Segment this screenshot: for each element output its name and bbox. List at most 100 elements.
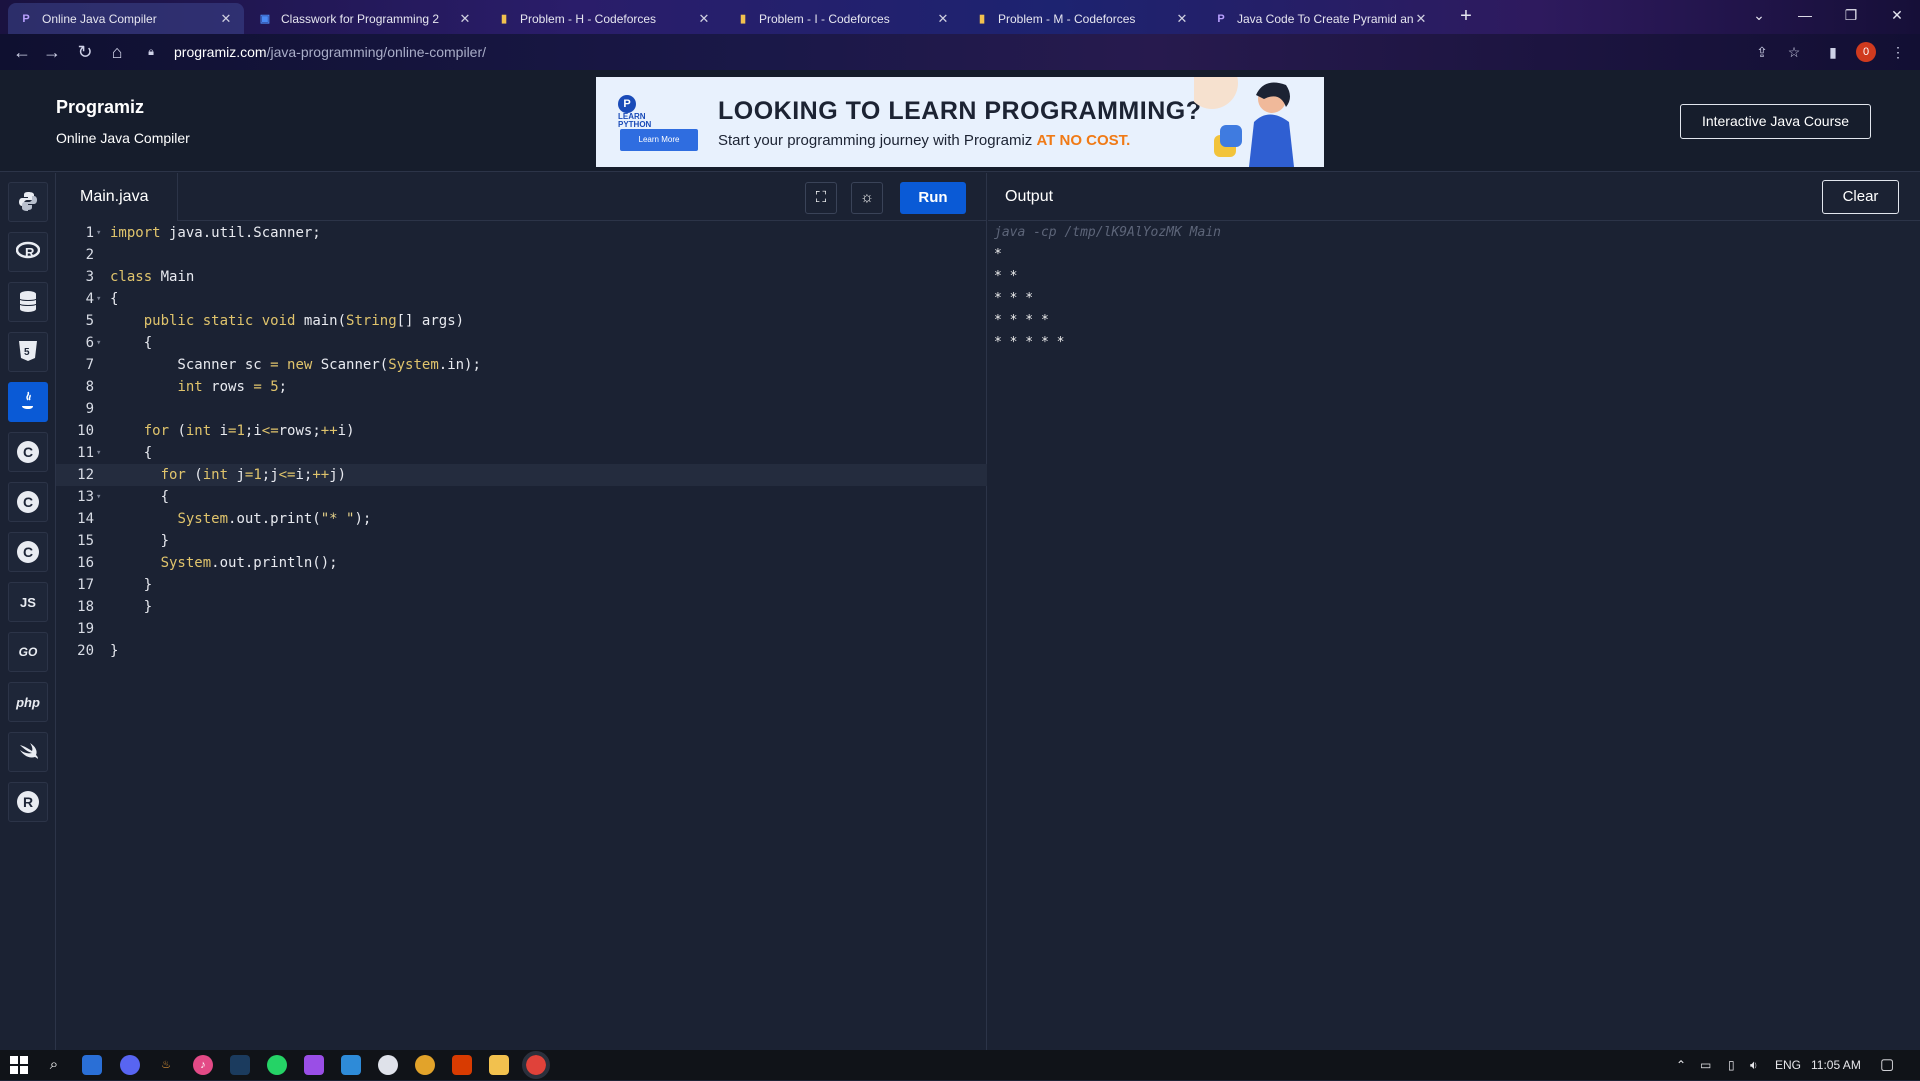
tab-search-icon[interactable]: ⌄	[1736, 0, 1782, 30]
language-javascript-button[interactable]: JS	[8, 582, 48, 622]
office-icon[interactable]	[452, 1055, 472, 1075]
close-window-button[interactable]: ✕	[1874, 0, 1920, 30]
code-line[interactable]: 2	[56, 244, 987, 266]
language-swift-button[interactable]	[8, 732, 48, 772]
browser-menu-icon[interactable]: ⋮	[1888, 42, 1908, 62]
output-console[interactable]: java -cp /tmp/lK9AlYozMK Main * * * * * * *…	[994, 222, 1221, 354]
ad-banner[interactable]: P LEARN PYTHON Learn More LOOKING TO LEA…	[596, 77, 1324, 167]
language-c-button[interactable]: C	[8, 432, 48, 472]
new-tab-button[interactable]: +	[1454, 5, 1478, 29]
language-html-button[interactable]: 5	[8, 332, 48, 372]
line-number: 12	[77, 467, 94, 483]
close-tab-icon[interactable]: ✕	[1413, 11, 1429, 27]
search-icon[interactable]: ⌕	[44, 1055, 64, 1075]
browser-tab[interactable]: ▮ Problem - H - Codeforces ✕	[486, 3, 722, 34]
white-app-icon[interactable]	[378, 1055, 398, 1075]
language-go-button[interactable]: GO	[8, 632, 48, 672]
back-icon[interactable]: ←	[10, 40, 34, 64]
fold-toggle-icon[interactable]: ▾	[96, 332, 101, 354]
share-icon[interactable]: ⇪	[1752, 42, 1772, 62]
network-icon[interactable]: ▭	[1700, 1050, 1711, 1080]
itunes-icon[interactable]: ♪	[193, 1055, 213, 1075]
desktop-app-icon[interactable]	[82, 1055, 102, 1075]
clear-button[interactable]: Clear	[1822, 180, 1899, 214]
language-php-button[interactable]: php	[8, 682, 48, 722]
code-line[interactable]: 17 }	[56, 574, 987, 596]
fold-toggle-icon[interactable]: ▾	[96, 288, 101, 310]
code-line[interactable]: 1 ▾ import java.util.Scanner;	[56, 222, 987, 244]
notifications-icon[interactable]: ▢	[1880, 1050, 1894, 1080]
profile-avatar[interactable]: 0	[1856, 42, 1876, 62]
learn-more-button[interactable]: Learn More	[620, 129, 698, 151]
chrome-icon[interactable]	[415, 1055, 435, 1075]
url-field[interactable]: programiz.com/java-programming/online-co…	[174, 41, 486, 63]
theme-toggle-icon[interactable]: ☼	[851, 182, 883, 214]
whatsapp-icon[interactable]	[267, 1055, 287, 1075]
browser-tab[interactable]: ▮ Problem - M - Codeforces ✕	[964, 3, 1200, 34]
forward-icon[interactable]: →	[40, 40, 64, 64]
close-tab-icon[interactable]: ✕	[1174, 11, 1190, 27]
code-line[interactable]: 14 System.out.print("* ");	[56, 508, 987, 530]
close-tab-icon[interactable]: ✕	[935, 11, 951, 27]
close-tab-icon[interactable]: ✕	[457, 11, 473, 27]
code-line[interactable]: 19	[56, 618, 987, 640]
code-editor[interactable]: 1 ▾ import java.util.Scanner; 2 3 class Main 4…	[56, 222, 987, 1050]
restore-button[interactable]: ❐	[1828, 0, 1874, 30]
code-line[interactable]: 15 }	[56, 530, 987, 552]
discord-icon[interactable]	[120, 1055, 140, 1075]
bookmark-star-icon[interactable]: ☆	[1784, 42, 1804, 62]
browser-tab[interactable]: P Online Java Compiler ✕	[8, 3, 244, 34]
home-icon[interactable]: ⌂	[105, 40, 129, 64]
close-tab-icon[interactable]: ✕	[218, 11, 234, 27]
reload-icon[interactable]: ↻	[73, 40, 97, 64]
code-line[interactable]: 10 for (int i=1;i<=rows;++i)	[56, 420, 987, 442]
purple-app-icon[interactable]	[304, 1055, 324, 1075]
browser-tab[interactable]: ▣ Classwork for Programming 2 ✕	[247, 3, 483, 34]
code-line[interactable]: 8 int rows = 5;	[56, 376, 987, 398]
code-line[interactable]: 13 ▾ {	[56, 486, 987, 508]
language-csharp-button[interactable]: C	[8, 532, 48, 572]
code-line[interactable]: 12 for (int j=1;j<=i;++j)	[56, 464, 987, 486]
file-explorer-icon[interactable]	[489, 1055, 509, 1075]
code-line[interactable]: 3 class Main	[56, 266, 987, 288]
programiz-logo[interactable]: Programiz	[56, 97, 144, 118]
chrome-active-icon[interactable]	[522, 1051, 550, 1079]
fold-toggle-icon[interactable]: ▾	[96, 486, 101, 508]
browser-tab[interactable]: ▮ Problem - I - Codeforces ✕	[725, 3, 961, 34]
code-line[interactable]: 18 }	[56, 596, 987, 618]
language-java-button[interactable]	[8, 382, 48, 422]
minimize-button[interactable]: —	[1782, 0, 1828, 30]
code-line[interactable]: 4 ▾ {	[56, 288, 987, 310]
code-line[interactable]: 5 public static void main(String[] args)	[56, 310, 987, 332]
code-line[interactable]: 16 System.out.println();	[56, 552, 987, 574]
code-line[interactable]: 9	[56, 398, 987, 420]
language-r-button[interactable]: R	[8, 232, 48, 272]
code-line[interactable]: 7 Scanner sc = new Scanner(System.in);	[56, 354, 987, 376]
tray-overflow-icon[interactable]: ⌃	[1676, 1050, 1686, 1080]
code-line[interactable]: 20}	[56, 640, 987, 662]
language-rust-button[interactable]: R	[8, 782, 48, 822]
language-python-button[interactable]	[8, 182, 48, 222]
language-sql-button[interactable]	[8, 282, 48, 322]
fold-toggle-icon[interactable]: ▾	[96, 222, 101, 244]
code-line[interactable]: 11 ▾ {	[56, 442, 987, 464]
close-tab-icon[interactable]: ✕	[696, 11, 712, 27]
steam-icon[interactable]	[230, 1055, 250, 1075]
fold-toggle-icon[interactable]: ▾	[96, 442, 101, 464]
run-button[interactable]: Run	[900, 182, 966, 214]
code-line[interactable]: 6 ▾ {	[56, 332, 987, 354]
side-panel-icon[interactable]: ▮	[1823, 42, 1843, 62]
blue-app-icon[interactable]	[341, 1055, 361, 1075]
windows-start-icon[interactable]	[10, 1056, 28, 1074]
battery-icon[interactable]: ▯	[1728, 1050, 1735, 1080]
language-indicator[interactable]: ENG	[1775, 1050, 1801, 1080]
browser-tab[interactable]: P Java Code To Create Pyramid and ✕	[1203, 3, 1439, 34]
fullscreen-icon[interactable]: ⛶	[805, 182, 837, 214]
interactive-course-button[interactable]: Interactive Java Course	[1680, 104, 1871, 139]
java-app-icon[interactable]: ♨	[156, 1055, 176, 1075]
language-cpp-button[interactable]: C	[8, 482, 48, 522]
clock[interactable]: 11:05 AM	[1811, 1050, 1861, 1080]
file-tab-main-java[interactable]: Main.java	[56, 173, 178, 221]
volume-icon[interactable]: 🔉︎	[1750, 1050, 1758, 1080]
lock-icon[interactable]: 🔒︎	[144, 40, 158, 64]
